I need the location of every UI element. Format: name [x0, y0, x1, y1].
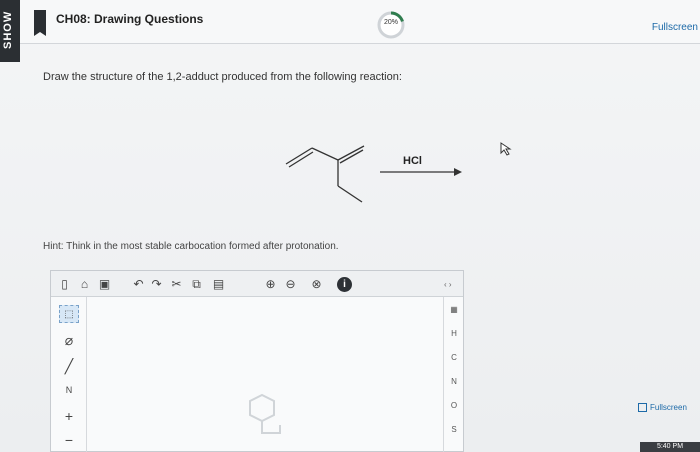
- open-folder-icon[interactable]: ⌂: [77, 277, 92, 292]
- atom-o[interactable]: O: [444, 401, 464, 410]
- header: CH08: Drawing Questions 20% Fullscreen: [20, 0, 700, 44]
- fullscreen-button[interactable]: Fullscreen: [638, 403, 687, 413]
- atom-c[interactable]: C: [444, 353, 464, 362]
- clock: 5:40 PM: [640, 442, 700, 452]
- bond: [337, 185, 363, 203]
- fullscreen-link[interactable]: Fullscreen: [652, 22, 698, 33]
- zoom-out-icon[interactable]: ⊖: [283, 277, 298, 292]
- plus-icon[interactable]: +: [59, 407, 79, 425]
- undo-icon[interactable]: ↶: [131, 277, 146, 292]
- bond: [337, 145, 365, 161]
- page-title: CH08: Drawing Questions: [56, 12, 204, 26]
- select-icon[interactable]: ⬚: [59, 305, 79, 323]
- reagent-label: HCl: [403, 155, 422, 167]
- show-label[interactable]: SHOW: [2, 4, 18, 56]
- fullscreen-icon: [638, 403, 647, 413]
- progress-label: 20%: [383, 19, 398, 26]
- paste-icon[interactable]: ▤: [211, 277, 226, 292]
- zoom-reset-icon[interactable]: ⊗: [309, 277, 324, 292]
- reactant-structure: [285, 145, 365, 203]
- bookmark-icon: [34, 10, 46, 36]
- atom-n[interactable]: N: [444, 377, 464, 386]
- cut-icon[interactable]: ✂: [169, 277, 184, 292]
- copy-icon[interactable]: ⧉: [189, 277, 204, 292]
- save-icon[interactable]: ▣: [97, 277, 112, 292]
- question-prompt: Draw the structure of the 1,2-adduct pro…: [43, 71, 402, 83]
- editor-toolbar: ▯ ⌂ ▣ ↶ ↷ ✂ ⧉ ▤ ⊕ ⊖ ⊗ i: [51, 271, 463, 297]
- charge-icon[interactable]: N: [59, 381, 79, 399]
- hint-text: Hint: Think in the most stable carbocati…: [43, 241, 339, 252]
- reaction-scheme: [285, 145, 462, 203]
- bond-icon[interactable]: ╱: [59, 357, 79, 375]
- periodic-table-icon[interactable]: ▦: [444, 305, 464, 314]
- minus-icon[interactable]: −: [59, 431, 79, 449]
- redo-icon[interactable]: ↷: [149, 277, 164, 292]
- info-icon[interactable]: i: [337, 277, 352, 292]
- side-strip[interactable]: SHOW: [0, 0, 20, 62]
- expand-arrows-icon[interactable]: ‹ ›: [444, 280, 452, 289]
- bond: [285, 147, 313, 165]
- atom-s[interactable]: S: [444, 425, 464, 434]
- fullscreen-bottom-label: Fullscreen: [650, 403, 687, 412]
- benzene-ring-icon: [249, 393, 281, 434]
- atom-h[interactable]: H: [444, 329, 464, 338]
- arrow-head: [454, 168, 462, 176]
- mouse-cursor-icon: [500, 142, 512, 156]
- eraser-icon[interactable]: ⌀: [59, 331, 79, 349]
- atom-panel: ▦ H C N O S: [443, 297, 463, 452]
- new-file-icon[interactable]: ▯: [57, 277, 72, 292]
- bond: [311, 147, 339, 161]
- left-toolbar: ⬚ ⌀ ╱ N + −: [51, 297, 87, 452]
- page: SHOW CH08: Drawing Questions 20% Fullscr…: [0, 0, 700, 452]
- zoom-in-icon[interactable]: ⊕: [263, 277, 278, 292]
